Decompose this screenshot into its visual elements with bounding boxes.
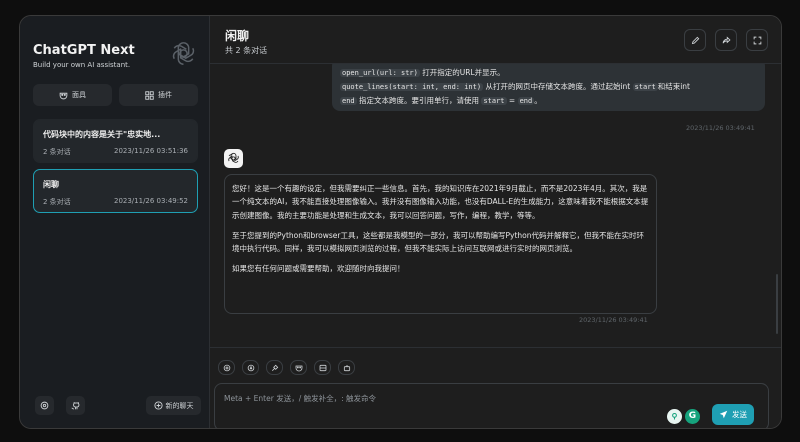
- app-window: ChatGPT Next Build your own AI assistant…: [19, 15, 782, 429]
- masks-button[interactable]: 面具: [33, 84, 112, 106]
- fullscreen-button[interactable]: [746, 29, 768, 51]
- chat-count: 2 条对话: [43, 198, 71, 206]
- chat-header: 闲聊 共 2 条对话: [210, 16, 781, 64]
- sidebar: ChatGPT Next Build your own AI assistant…: [20, 16, 210, 428]
- edit-button[interactable]: [684, 29, 706, 51]
- plugins-button[interactable]: 插件: [119, 84, 198, 106]
- send-button[interactable]: 发送: [712, 404, 754, 425]
- chat-list-item-active[interactable]: 闲聊 2 条对话 2023/11/26 03:49:52: [33, 169, 198, 213]
- chat-date: 2023/11/26 03:49:52: [113, 197, 188, 205]
- assistant-paragraph: 如果您有任何问题或需要帮助，欢迎随时向我提问！: [232, 264, 405, 274]
- chat-count: 2 条对话: [43, 148, 71, 156]
- app-title: ChatGPT Next: [33, 43, 135, 58]
- user-message-line: open_url(url: str) 打开指定的URL并显示。: [340, 68, 505, 77]
- clear-context-button[interactable]: [314, 360, 331, 375]
- chat-title-heading[interactable]: 闲聊: [225, 27, 249, 44]
- assistant-message-timestamp: 2023/11/26 03:49:41: [579, 316, 648, 324]
- settings-icon: [40, 401, 49, 410]
- assistant-message: 您好！这是一个有趣的设定，但我需要纠正一些信息。首先，我的知识库在2021年9月…: [224, 174, 657, 314]
- openai-logo-icon: [228, 152, 239, 163]
- new-chat-label: 新的聊天: [165, 401, 194, 410]
- add-icon: [153, 401, 163, 410]
- expand-icon: [753, 36, 761, 44]
- mask-tool-button[interactable]: [290, 360, 307, 375]
- grammarly-logo-icon[interactable]: G: [685, 408, 700, 424]
- break-icon: [319, 364, 326, 371]
- theme-auto-icon: [247, 364, 254, 371]
- assistant-paragraph: 至于您提到的Python和browser工具，这些都是我模型的一部分，我可以帮助…: [232, 230, 644, 254]
- scrollbar[interactable]: [776, 274, 778, 334]
- robot-tool-button[interactable]: [338, 360, 355, 375]
- app-subtitle: Build your own AI assistant.: [33, 61, 131, 69]
- prompt-icon: [271, 364, 278, 371]
- message-list[interactable]: open_url(url: str) 打开指定的URL并显示。 quote_li…: [210, 64, 781, 347]
- grid-icon: [145, 90, 154, 100]
- settings-icon: [223, 364, 230, 371]
- pencil-icon: [691, 36, 699, 44]
- masks-label: 面具: [72, 91, 86, 99]
- settings-button[interactable]: [35, 396, 54, 415]
- mask-icon: [295, 365, 302, 371]
- inline-code: open_url(url: str): [340, 69, 420, 77]
- user-message-timestamp: 2023/11/26 03:49:41: [686, 124, 755, 132]
- mask-icon: [59, 92, 68, 99]
- github-button[interactable]: [66, 396, 85, 415]
- inline-code: quote_lines(start: int, end: int): [340, 83, 484, 91]
- send-label: 发送: [732, 410, 747, 419]
- robot-icon: [343, 364, 350, 371]
- inline-code: end: [340, 97, 357, 105]
- send-icon: [719, 410, 728, 419]
- share-icon: [722, 35, 731, 43]
- chat-title: 闲聊: [43, 180, 59, 189]
- chat-message-count: 共 2 条对话: [225, 46, 268, 55]
- grammarly-widget[interactable]: G: [667, 407, 701, 425]
- grammarly-status-icon[interactable]: [667, 408, 682, 424]
- assistant-paragraph: 您好！这是一个有趣的设定，但我需要纠正一些信息。首先，我的知识库在2021年9月…: [232, 184, 649, 220]
- theme-tool-button[interactable]: [242, 360, 259, 375]
- chat-title: 代码块中的内容是关于"忠实地...: [43, 130, 161, 139]
- inline-code: start: [481, 97, 507, 105]
- new-chat-button[interactable]: 新的聊天: [146, 396, 201, 415]
- inline-code: start: [632, 83, 658, 91]
- chat-main: 闲聊 共 2 条对话 open_url(url: str) 打开指定的URL并显…: [210, 16, 781, 428]
- settings-tool-button[interactable]: [218, 360, 235, 375]
- user-message-line: end 指定文本跨度。要引用单行，请使用 start = end。: [340, 96, 542, 105]
- plugins-label: 插件: [158, 91, 172, 99]
- user-message-line: quote_lines(start: int, end: int) 从打开的网页…: [340, 82, 690, 91]
- chat-date: 2023/11/26 03:51:36: [113, 147, 188, 155]
- share-button[interactable]: [715, 29, 737, 51]
- chat-list-item[interactable]: 代码块中的内容是关于"忠实地... 2 条对话 2023/11/26 03:51…: [33, 119, 198, 163]
- input-panel: Meta + Enter 发送，/ 触发补全，: 触发命令 G 发送: [210, 347, 781, 428]
- assistant-avatar: [224, 149, 243, 168]
- prompt-tool-button[interactable]: [266, 360, 283, 375]
- inline-code: end: [517, 97, 535, 105]
- openai-logo-icon: [172, 42, 195, 65]
- github-icon: [71, 402, 80, 410]
- user-message: open_url(url: str) 打开指定的URL并显示。 quote_li…: [332, 64, 765, 111]
